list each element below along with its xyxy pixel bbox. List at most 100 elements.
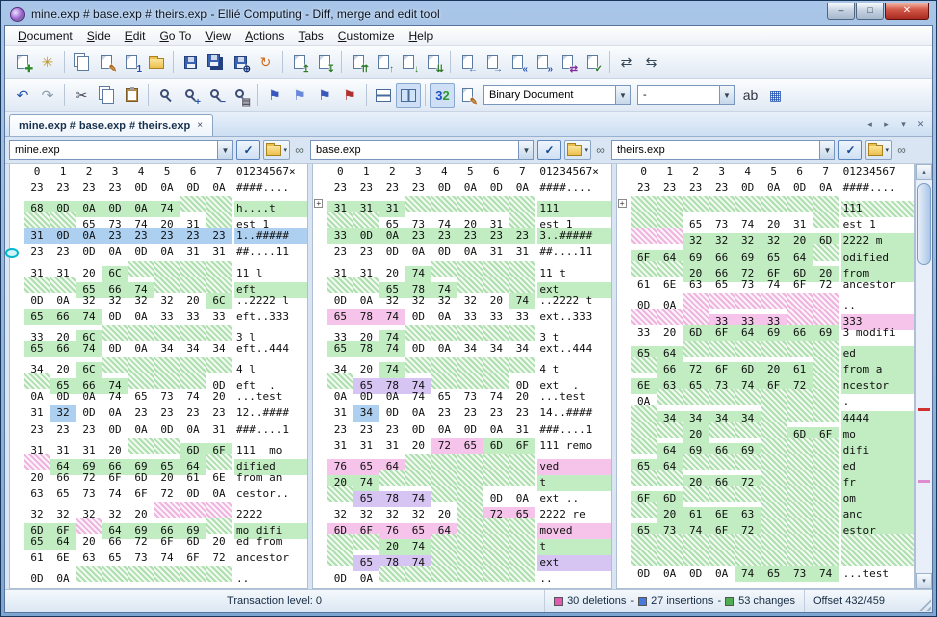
- ascii-cell[interactable]: ext..333: [537, 309, 611, 325]
- hex-row[interactable]: +111: [617, 196, 914, 212]
- hex-byte-cell[interactable]: 0D: [154, 422, 180, 438]
- hex-byte-cell[interactable]: 0D: [431, 180, 457, 196]
- new-document[interactable]: ✚: [10, 50, 35, 75]
- hex-byte-cell[interactable]: [787, 518, 813, 534]
- hex-byte-cell[interactable]: [787, 550, 813, 566]
- hex-row[interactable]: 32323232202222: [10, 502, 307, 518]
- hex-row[interactable]: 65642066726F6D20ed from: [10, 534, 307, 550]
- hex-row[interactable]: 6D6F64696669mo difi: [10, 518, 307, 534]
- hex-row[interactable]: 6566740D0A343434eft..444: [10, 341, 307, 357]
- hex-byte-cell[interactable]: 34: [353, 405, 379, 421]
- hex-byte-cell[interactable]: [206, 518, 232, 534]
- hex-byte-cell[interactable]: [657, 534, 683, 550]
- hex-byte-cell[interactable]: [509, 277, 535, 293]
- hex-byte-cell[interactable]: [631, 405, 657, 421]
- hex-row[interactable]: 0D0A..: [10, 566, 307, 582]
- hex-row[interactable]: 3320743 t: [313, 325, 610, 341]
- hex-row[interactable]: 206D6Fmo: [617, 422, 914, 438]
- hex-byte-cell[interactable]: [787, 486, 813, 502]
- hex-byte-cell[interactable]: 0D: [379, 244, 405, 260]
- hex-byte-cell[interactable]: [405, 470, 431, 486]
- hex-byte-cell[interactable]: 23: [353, 244, 379, 260]
- hex-byte-cell[interactable]: [154, 438, 180, 454]
- scrollbar-track[interactable]: [916, 180, 932, 573]
- hex-byte-cell[interactable]: [683, 309, 709, 325]
- hex-byte-cell[interactable]: 0A: [76, 389, 102, 405]
- hex-byte-cell[interactable]: 0A: [76, 228, 102, 244]
- hex-byte-cell[interactable]: 23: [180, 405, 206, 421]
- hex-byte-cell[interactable]: 0D: [683, 566, 709, 582]
- hex-byte-cell[interactable]: 33: [631, 325, 657, 341]
- hex-byte-cell[interactable]: 64: [735, 325, 761, 341]
- hex-byte-cell[interactable]: [657, 196, 683, 212]
- document-type-combo[interactable]: Binary Document ▼: [483, 85, 631, 105]
- vertical-scrollbar[interactable]: ▴▾: [915, 164, 932, 589]
- hex-byte-cell[interactable]: [709, 196, 735, 212]
- hex-byte-cell[interactable]: [683, 550, 709, 566]
- hex-byte-cell[interactable]: 0A: [206, 180, 232, 196]
- hex-byte-cell[interactable]: 32: [457, 293, 483, 309]
- ascii-cell[interactable]: ###....1: [537, 422, 611, 438]
- hex-byte-cell[interactable]: [431, 486, 457, 502]
- hex-byte-cell[interactable]: [457, 486, 483, 502]
- hex-byte-cell[interactable]: 0D: [353, 228, 379, 244]
- hex-row[interactable]: 32323232206D2222 m: [617, 228, 914, 244]
- hex-byte-cell[interactable]: 74: [735, 566, 761, 582]
- hex-byte-cell[interactable]: [761, 454, 787, 470]
- hex-byte-cell[interactable]: 0D: [483, 180, 509, 196]
- hex-byte-cell[interactable]: [787, 438, 813, 454]
- hex-byte-cell[interactable]: 74: [379, 341, 405, 357]
- hex-byte-cell[interactable]: 23: [457, 228, 483, 244]
- hex-row[interactable]: 313131206D6F111 mo: [10, 438, 307, 454]
- hex-byte-cell[interactable]: 0D: [128, 244, 154, 260]
- hex-byte-cell[interactable]: [457, 277, 483, 293]
- hex-byte-cell[interactable]: 31: [327, 438, 353, 454]
- find[interactable]: [153, 83, 178, 108]
- hex-byte-cell[interactable]: 23: [50, 422, 76, 438]
- hex-row[interactable]: 23230D0A0D0A3131##....11: [313, 244, 610, 260]
- hex-byte-cell[interactable]: 65: [50, 486, 76, 502]
- ascii-cell[interactable]: 3..#####: [537, 228, 611, 244]
- hex-byte-cell[interactable]: [509, 518, 535, 534]
- hex-byte-cell[interactable]: 32: [154, 293, 180, 309]
- hex-byte-cell[interactable]: 0A: [509, 180, 535, 196]
- hex-byte-cell[interactable]: [813, 373, 839, 389]
- hex-byte-cell[interactable]: 23: [24, 422, 50, 438]
- hex-byte-cell[interactable]: [709, 486, 735, 502]
- toggle-bookmark[interactable]: ⚑: [287, 83, 312, 108]
- hex-byte-cell[interactable]: 23: [379, 422, 405, 438]
- hex-byte-cell[interactable]: 0A: [206, 486, 232, 502]
- hex-byte-cell[interactable]: [483, 357, 509, 373]
- hex-byte-cell[interactable]: 0D: [102, 341, 128, 357]
- hex-byte-cell[interactable]: [813, 196, 839, 212]
- hex-byte-cell[interactable]: [683, 454, 709, 470]
- hex-byte-cell[interactable]: [761, 341, 787, 357]
- hex-byte-cell[interactable]: [405, 566, 431, 582]
- hex-byte-cell[interactable]: [813, 405, 839, 421]
- hex-byte-cell[interactable]: 23: [657, 180, 683, 196]
- hex-byte-cell[interactable]: [657, 389, 683, 405]
- hex-byte-cell[interactable]: 31: [206, 422, 232, 438]
- hex-byte-cell[interactable]: [735, 534, 761, 550]
- hex-byte-cell[interactable]: [457, 534, 483, 550]
- hex-byte-cell[interactable]: [631, 502, 657, 518]
- hex-byte-cell[interactable]: 0A: [154, 180, 180, 196]
- hex-byte-cell[interactable]: 6D: [483, 438, 509, 454]
- hex-byte-cell[interactable]: 20: [405, 438, 431, 454]
- hex-byte-cell[interactable]: 32: [76, 293, 102, 309]
- hex-row[interactable]: +313131111: [313, 196, 610, 212]
- hex-byte-cell[interactable]: [50, 212, 76, 228]
- hex-row[interactable]: [617, 550, 914, 566]
- hex-byte-cell[interactable]: 31: [206, 244, 232, 260]
- hex-byte-cell[interactable]: [509, 470, 535, 486]
- hex-byte-cell[interactable]: 6E: [657, 277, 683, 293]
- hex-row[interactable]: 656674eft: [10, 277, 307, 293]
- ascii-cell[interactable]: 1..#####: [234, 228, 308, 244]
- hex-byte-cell[interactable]: 74: [154, 550, 180, 566]
- hex-byte-cell[interactable]: [431, 470, 457, 486]
- ascii-cell[interactable]: ####....: [537, 180, 611, 196]
- hex-byte-cell[interactable]: 23: [631, 180, 657, 196]
- hex-row[interactable]: 323232322072652222 re: [313, 502, 610, 518]
- hex-byte-cell[interactable]: 23: [128, 228, 154, 244]
- hex-byte-cell[interactable]: 63: [76, 550, 102, 566]
